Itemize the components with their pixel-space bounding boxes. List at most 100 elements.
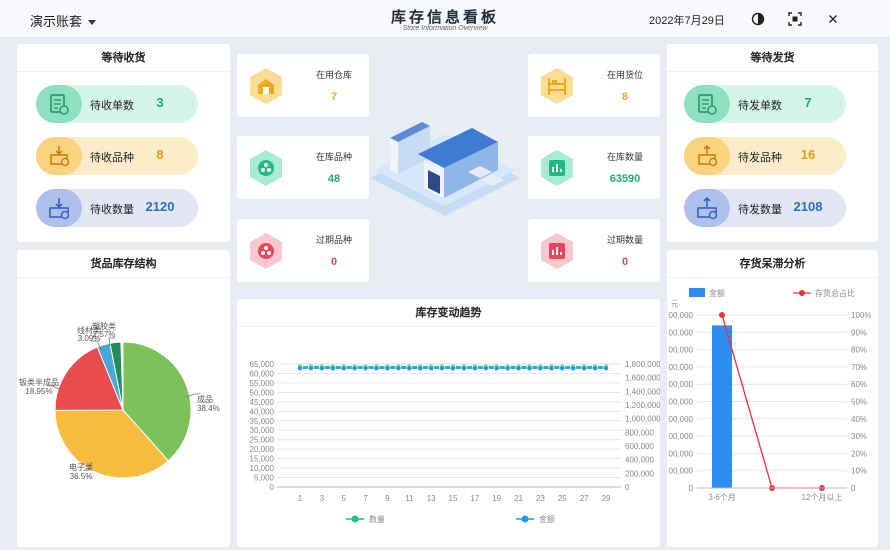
pending-receipt-quantity[interactable]: 待收数量 2120 xyxy=(36,189,198,227)
stagnation-bar-chart: 0 0 10% 00,000 20% 00,000 30% 00,000 40% 00,000 50… xyxy=(669,288,871,502)
x-tick: 17 xyxy=(470,494,479,503)
series-point xyxy=(308,365,314,371)
header-bar: 演示账套 库存信息看板 Store Information Overview 2… xyxy=(0,0,890,38)
varieties-label: 在库品种 xyxy=(315,152,352,162)
stat-expired-varieties[interactable]: 过期品种 0 xyxy=(237,219,369,282)
pending-receipt-orders[interactable]: 待收单数 3 xyxy=(36,85,198,123)
series-point xyxy=(471,365,478,371)
ratio-point xyxy=(719,312,725,318)
structure-title: 货品库存结构 xyxy=(17,250,230,278)
pie-label: 36.5% xyxy=(70,472,93,481)
pending-receipt-varieties[interactable]: 待收品种 8 xyxy=(36,137,198,175)
y-tick-left: 30,000 xyxy=(250,426,275,435)
x-tick: 29 xyxy=(602,494,611,503)
y-tick-left: 00,000 xyxy=(669,415,694,424)
ship-orders-value: 7 xyxy=(804,95,812,110)
trend-panel: 库存变动趋势 0 5,000 10,000 15,000 20,000 25,000 30,… xyxy=(237,299,660,547)
legend-label: 金额 xyxy=(539,514,555,524)
stagnation-panel: 存货呆滞分析 0 0 10% 00,000 20% 00,000 30% 00,000 40% 0… xyxy=(667,250,878,547)
y-tick-left: 00,000 xyxy=(669,398,694,407)
ship-varieties-icon xyxy=(684,137,730,175)
y-tick-right: 600,000 xyxy=(625,442,654,451)
series-point xyxy=(417,365,424,371)
y-tick-left: 00,000 xyxy=(669,449,694,458)
stat-varieties[interactable]: 在库品种 48 xyxy=(237,136,369,199)
legend-swatch xyxy=(689,288,705,297)
receipt-orders-label: 待收单数 xyxy=(90,100,134,112)
y-tick-left: 25,000 xyxy=(250,436,275,445)
y-tick-left: 00,000 xyxy=(669,363,694,372)
pending-ship-orders[interactable]: 待发单数 7 xyxy=(684,85,846,123)
series-point xyxy=(428,365,435,371)
receipt-quantity-icon xyxy=(36,189,82,227)
locations-label: 在用货位 xyxy=(606,70,643,80)
pie-chart: 成品38.4%电子类36.5%钣类半成品18.95%线材类3.09%塑胶类2.5… xyxy=(19,321,220,481)
y-tick-right: 0 xyxy=(851,484,856,493)
series-point xyxy=(351,365,358,371)
warehouses-value: 7 xyxy=(330,91,338,103)
y-tick-right: 1,800,000 xyxy=(625,360,660,369)
expired-quantity-value: 0 xyxy=(621,256,629,268)
receipt-varieties-label: 待收品种 xyxy=(90,152,134,164)
y-tick-right: 30% xyxy=(851,432,867,441)
stat-locations[interactable]: 在用货位 8 xyxy=(528,54,660,117)
trend-title: 库存变动趋势 xyxy=(237,299,660,327)
series-point xyxy=(603,365,609,371)
series-point xyxy=(329,365,336,371)
y-tick-left: 35,000 xyxy=(250,417,275,426)
close-icon[interactable] xyxy=(826,12,840,26)
y-tick-right: 1,600,000 xyxy=(625,374,660,383)
pie-label: 电子类 xyxy=(69,462,93,472)
series-point xyxy=(515,365,522,371)
page-subtitle: Store Information Overview xyxy=(402,25,488,32)
y-tick-right: 1,000,000 xyxy=(625,415,660,424)
series-point xyxy=(570,365,577,371)
stat-expired-quantity[interactable]: 过期数量 0 xyxy=(528,219,660,282)
y-tick-right: 90% xyxy=(851,328,867,337)
y-tick-left: 0 xyxy=(270,483,275,492)
left-axis-unit: 元 xyxy=(671,300,678,308)
series-point xyxy=(537,365,544,371)
y-tick-left: 45,000 xyxy=(250,398,275,407)
x-tick: 25 xyxy=(558,494,567,503)
y-tick-left: 00,000 xyxy=(669,432,694,441)
series-point xyxy=(493,365,500,371)
stagnation-bar xyxy=(712,325,732,488)
series-point xyxy=(559,365,566,371)
receipt-varieties-value: 8 xyxy=(156,147,164,162)
shipping-panel: 等待发货 待发单数 7 待发品种 16 待发数量 2108 xyxy=(667,44,878,242)
stat-warehouses[interactable]: 在用仓库 7 xyxy=(237,54,369,117)
stagnation-title: 存货呆滞分析 xyxy=(667,250,878,278)
varieties-value: 48 xyxy=(327,173,341,185)
y-tick-left: 65,000 xyxy=(250,360,275,369)
x-tick: 19 xyxy=(492,494,501,503)
pending-ship-varieties[interactable]: 待发品种 16 xyxy=(684,137,846,175)
y-tick-right: 1,200,000 xyxy=(625,401,660,410)
y-tick-left: 50,000 xyxy=(250,388,275,397)
x-tick: 23 xyxy=(536,494,545,503)
x-tick: 15 xyxy=(449,494,458,503)
series-point xyxy=(548,365,555,371)
legend-label: 金额 xyxy=(709,288,725,298)
series-point xyxy=(482,365,489,371)
y-tick-left: 00,000 xyxy=(669,328,694,337)
pending-ship-quantity[interactable]: 待发数量 2108 xyxy=(684,189,846,227)
fullscreen-icon[interactable] xyxy=(788,12,802,26)
y-tick-left: 55,000 xyxy=(250,379,275,388)
y-tick-left: 5,000 xyxy=(254,474,275,483)
series-point xyxy=(461,365,467,371)
stat-quantity[interactable]: 在库数量 63590 xyxy=(528,136,660,199)
y-tick-left: 00,000 xyxy=(669,346,694,355)
contrast-icon[interactable] xyxy=(751,12,765,26)
current-date: 2022年7月29日 xyxy=(649,15,725,27)
x-tick: 12个月以上 xyxy=(802,493,843,502)
y-tick-left: 15,000 xyxy=(250,455,275,464)
x-tick: 27 xyxy=(580,494,589,503)
receipt-quantity-value: 2120 xyxy=(145,199,175,214)
pie-label: 38.4% xyxy=(197,404,220,413)
receipt-varieties-icon xyxy=(36,137,82,175)
pie-label: 2.57% xyxy=(93,330,116,339)
y-tick-right: 10% xyxy=(851,467,867,476)
y-tick-left: 00,000 xyxy=(669,467,694,476)
y-tick-right: 800,000 xyxy=(625,428,654,437)
